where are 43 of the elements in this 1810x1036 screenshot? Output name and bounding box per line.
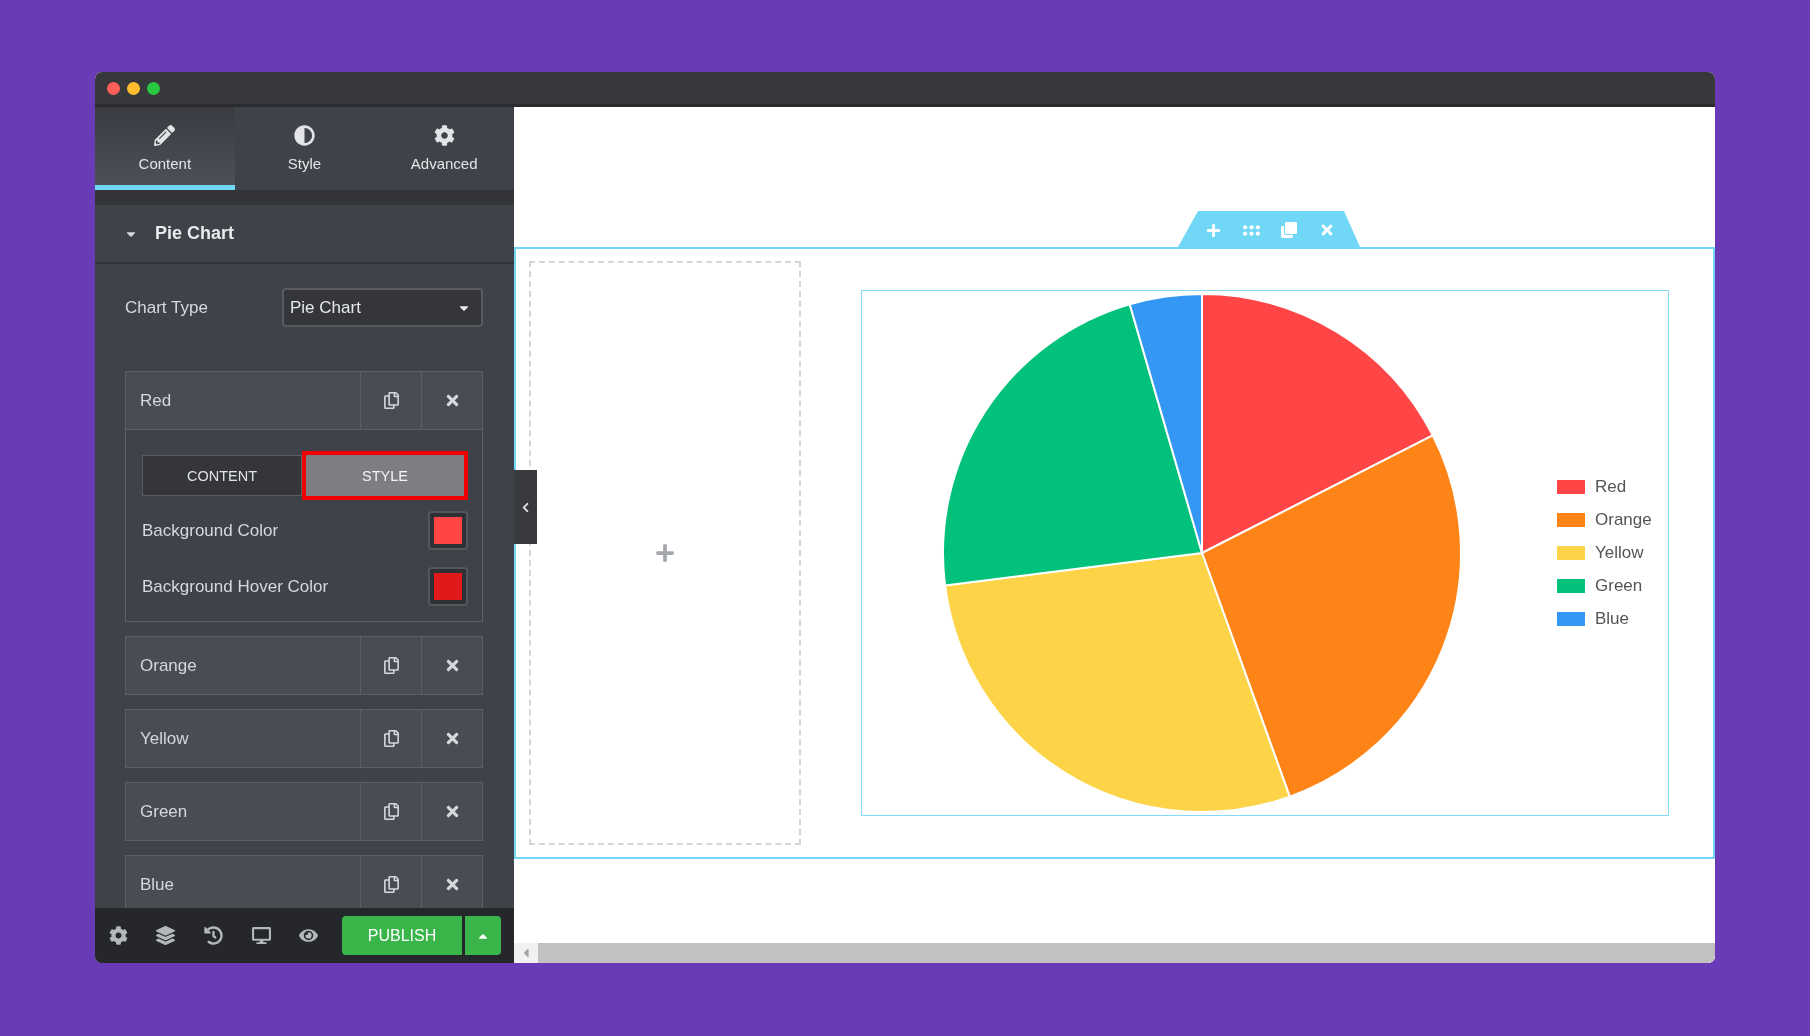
- copy-icon: [382, 730, 400, 747]
- field-label: Background Color: [142, 520, 279, 541]
- item-title[interactable]: Orange: [140, 655, 360, 676]
- plus-icon: [1205, 222, 1221, 238]
- history-icon: [204, 926, 223, 945]
- item-title[interactable]: Yellow: [140, 728, 360, 749]
- window-close-icon[interactable]: [107, 81, 120, 95]
- desktop-icon: [251, 926, 271, 945]
- eye-icon: [299, 926, 319, 945]
- field-label: Chart Type: [125, 297, 208, 318]
- scroll-left-button[interactable]: [514, 943, 538, 963]
- item-title[interactable]: Blue: [140, 874, 360, 895]
- horizontal-scrollbar[interactable]: [514, 943, 1715, 963]
- copy-icon: [382, 392, 400, 409]
- panel-tab[interactable]: Content: [95, 107, 235, 190]
- color-picker-button[interactable]: [428, 511, 468, 550]
- field-label: Background Hover Color: [142, 576, 329, 597]
- item-title[interactable]: Red: [140, 390, 360, 411]
- gear-icon: [108, 926, 128, 945]
- legend-label: Blue: [1595, 609, 1630, 629]
- color-picker-button[interactable]: [428, 567, 468, 606]
- add-widget-button[interactable]: [653, 541, 677, 565]
- gear-icon: [433, 124, 455, 146]
- legend-label: Red: [1595, 477, 1627, 497]
- dots-icon: [1242, 224, 1260, 236]
- copy-icon: [382, 876, 400, 893]
- close-icon: [1319, 222, 1335, 238]
- settings-tab[interactable]: CONTENT: [142, 455, 302, 496]
- settings-tab[interactable]: STYLE: [302, 451, 468, 500]
- copy-icon: [382, 657, 400, 674]
- legend-label: Green: [1595, 576, 1643, 596]
- window-minimize-icon[interactable]: [127, 81, 140, 95]
- copy-icon: [1281, 222, 1297, 238]
- plus-icon: [655, 543, 675, 563]
- chart-type-select[interactable]: Pie Chart: [282, 288, 483, 327]
- window-maximize-icon[interactable]: [147, 81, 160, 95]
- legend-label: Orange: [1595, 510, 1652, 530]
- pencil-icon: [154, 124, 176, 146]
- item-title[interactable]: Green: [140, 801, 360, 822]
- copy-icon: [382, 803, 400, 820]
- legend-label: Yellow: [1595, 543, 1644, 563]
- layers-icon: [156, 926, 176, 945]
- chevron-left-icon: [520, 501, 531, 513]
